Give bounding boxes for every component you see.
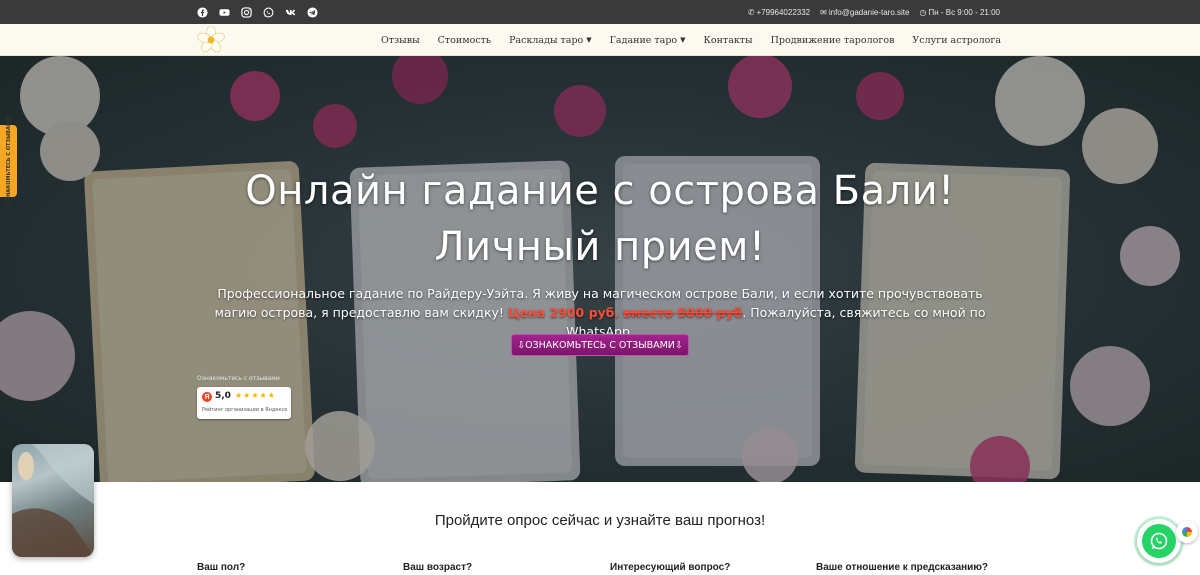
hours-text: Пн - Вс 9:00 - 21:00 [928, 7, 1000, 17]
whatsapp-chat-button[interactable] [1137, 519, 1181, 563]
phone-link[interactable]: ✆ +79964022332 [748, 8, 810, 17]
chevron-down-icon: ▼ [586, 36, 592, 44]
nav-item-astrologer[interactable]: Услуги астролога [912, 35, 1001, 46]
nav-item-contacts[interactable]: Контакты [704, 35, 753, 46]
nav-label: Стоимость [437, 34, 492, 46]
hero-section: Онлайн гадание с острова Бали! Личный пр… [0, 56, 1200, 482]
rating-score: 5,0 [215, 391, 231, 401]
nav-item-promotion[interactable]: Продвижение тарологов [771, 35, 895, 46]
rating-caption: Рейтинг организации в Яндексе [202, 407, 288, 413]
reviews-side-tab[interactable]: ОЗНАКОМЬТЕСЬ С ОТЗЫВАМИ [0, 117, 17, 205]
main-navbar: Отзывы Стоимость Расклады таро ▼ Гадание … [0, 24, 1200, 56]
nav-label: Отзывы [380, 34, 420, 46]
nav-item-prices[interactable]: Стоимость [438, 35, 491, 46]
nav-label: Продвижение тарологов [770, 34, 895, 46]
phone-number: +79964022332 [756, 7, 811, 17]
instagram-icon[interactable] [240, 6, 253, 19]
nav-item-tarot-spreads[interactable]: Расклады таро ▼ [509, 35, 592, 46]
nav-label: Контакты [703, 34, 753, 46]
yandex-rating-badge[interactable]: Я 5,0 ★★★★★ Рейтинг организации в Яндекс… [197, 387, 291, 419]
telegram-icon[interactable] [306, 6, 319, 19]
yandex-logo-icon: Я [202, 392, 212, 402]
envelope-icon: ✉ [820, 7, 827, 17]
logo[interactable] [196, 25, 226, 54]
social-links [196, 0, 319, 24]
quiz-question-age: Ваш возраст? [403, 562, 473, 573]
contact-info: ✆ +79964022332 ✉ info@gadanie-taro.site ◷ П… [748, 0, 1000, 24]
whatsapp-icon [1142, 524, 1176, 558]
email-link[interactable]: ✉ info@gadanie-taro.site [820, 8, 909, 17]
price-current: Цена 2900 руб. [507, 305, 620, 320]
email-address: info@gadanie-taro.site [828, 7, 910, 17]
side-tab-label: ОЗНАКОМЬТЕСЬ С ОТЗЫВАМИ [5, 117, 12, 205]
chevron-down-icon: ▼ [680, 36, 686, 44]
hero-description: Профессиональное гадание по Райдеру-Уэйт… [200, 284, 1000, 341]
reviews-widget-label: Ознакомьтесь с отзывами [197, 375, 280, 382]
assistant-icon[interactable] [1176, 521, 1198, 543]
price-old: вместо 5000 руб [623, 305, 743, 320]
whatsapp-icon[interactable] [262, 6, 275, 19]
top-bar: ✆ +79964022332 ✉ info@gadanie-taro.site ◷ П… [0, 0, 1200, 24]
facebook-icon[interactable] [196, 6, 209, 19]
nav-label: Гадание таро [609, 34, 678, 46]
hero-title-line2: Личный прием! [434, 224, 766, 270]
nav-item-tarot-reading[interactable]: Гадание таро ▼ [610, 35, 686, 46]
quiz-question-gender: Ваш пол? [197, 562, 246, 573]
quiz-question-topic: Интересующий вопрос? [610, 562, 731, 573]
nav-label: Расклады таро [509, 34, 584, 46]
phone-icon: ✆ [747, 7, 755, 17]
vk-icon[interactable] [284, 6, 297, 19]
youtube-icon[interactable] [218, 6, 231, 19]
working-hours: ◷ Пн - Вс 9:00 - 21:00 [919, 8, 1000, 17]
reviews-cta-button[interactable]: ⇩ОЗНАКОМЬТЕСЬ С ОТЗЫВАМИ⇩ [511, 334, 689, 356]
quiz-question-attitude: Ваше отношение к предсказанию? [816, 562, 988, 573]
clock-icon: ◷ [919, 7, 927, 17]
main-menu: Отзывы Стоимость Расклады таро ▼ Гадание … [381, 24, 1001, 56]
rating-stars: ★★★★★ [235, 391, 276, 400]
nav-item-reviews[interactable]: Отзывы [381, 35, 420, 46]
nav-label: Услуги астролога [912, 34, 1001, 46]
quiz-title: Пройдите опрос сейчас и узнайте ваш прог… [434, 512, 766, 529]
video-widget-thumbnail[interactable] [12, 444, 94, 557]
hero-title-line1: Онлайн гадание с острова Бали! [245, 168, 955, 214]
video-preview-image [12, 444, 94, 557]
